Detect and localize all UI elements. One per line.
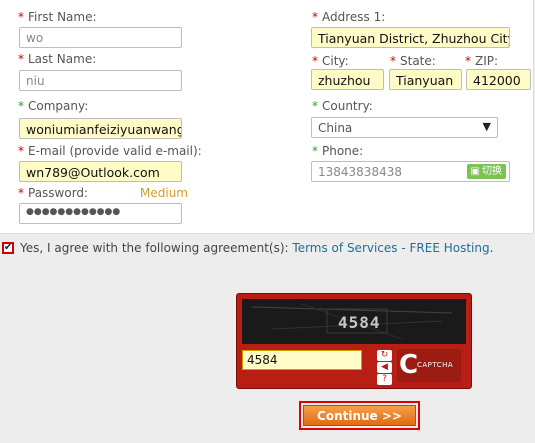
company-label: * Company: bbox=[18, 99, 89, 113]
chevron-down-icon: ▼ bbox=[482, 120, 491, 133]
email-label: * E-mail (provide valid e-mail): bbox=[18, 144, 202, 158]
captcha-image: 4584 bbox=[242, 299, 466, 344]
continue-button[interactable]: Continue >> bbox=[303, 405, 416, 426]
state-label: * State: bbox=[390, 54, 436, 68]
registration-form: * First Name: wo * Last Name: niu * Company… bbox=[0, 0, 534, 234]
password-label: * Password: bbox=[18, 186, 89, 200]
agreement-text: Yes, I agree with the following agreemen… bbox=[20, 241, 289, 255]
continue-highlight: Continue >> bbox=[299, 401, 420, 430]
captcha-text: 4584 bbox=[338, 313, 381, 332]
zip-input[interactable]: 412000 bbox=[466, 69, 531, 90]
captcha-logo: C CAPTCHA bbox=[397, 349, 461, 382]
city-label: * City: bbox=[312, 54, 349, 68]
captcha-input[interactable]: 4584 bbox=[242, 350, 362, 370]
switch-badge[interactable]: ▣ 切换 bbox=[466, 164, 506, 179]
last-name-label: * Last Name: bbox=[18, 52, 97, 66]
help-icon[interactable]: ? bbox=[377, 374, 392, 385]
captcha-brand: CAPTCHA bbox=[417, 361, 454, 369]
email-input[interactable]: wn789@Outlook.com bbox=[19, 161, 182, 182]
captcha-logo-mark: C bbox=[399, 350, 419, 380]
audio-icon[interactable]: ◀ bbox=[377, 362, 392, 373]
agreement-row: ✔ Yes, I agree with the following agreem… bbox=[2, 240, 493, 256]
lock-icon: ▣ bbox=[470, 166, 480, 177]
phone-label: * Phone: bbox=[312, 144, 364, 158]
country-label: * Country: bbox=[312, 99, 373, 113]
zip-label: * ZIP: bbox=[465, 54, 499, 68]
agree-checkbox[interactable]: ✔ bbox=[2, 242, 14, 254]
refresh-icon[interactable]: ↻ bbox=[377, 350, 392, 361]
country-select[interactable]: China ▼ bbox=[311, 117, 498, 138]
phone-value: 13843838438 bbox=[318, 165, 402, 179]
agreement-end: . bbox=[489, 241, 494, 255]
state-input[interactable]: Tianyuan bbox=[389, 69, 462, 90]
city-input[interactable]: zhuzhou bbox=[311, 69, 384, 90]
signup-page: * First Name: wo * Last Name: niu * Company… bbox=[0, 0, 535, 443]
address1-label: * Address 1: bbox=[312, 10, 386, 24]
address1-input[interactable]: Tianyuan District, Zhuzhou City, Hu bbox=[311, 27, 510, 48]
company-input[interactable]: woniumianfeiziyuanwang bbox=[19, 118, 182, 139]
last-name-input[interactable]: niu bbox=[19, 70, 182, 91]
switch-badge-label: 切换 bbox=[482, 166, 502, 177]
captcha-widget: 4584 4584 ↻ ◀ ? C CAPTCHA bbox=[236, 293, 472, 389]
first-name-input[interactable]: wo bbox=[19, 27, 182, 48]
first-name-label: * First Name: bbox=[18, 10, 97, 24]
country-value: China bbox=[318, 121, 353, 135]
password-strength: Medium bbox=[140, 186, 188, 200]
terms-link[interactable]: Terms of Services - FREE Hosting bbox=[292, 241, 489, 255]
password-input[interactable]: ●●●●●●●●●●●● bbox=[19, 203, 182, 224]
phone-input[interactable]: 13843838438 ▣ 切换 bbox=[311, 161, 510, 182]
